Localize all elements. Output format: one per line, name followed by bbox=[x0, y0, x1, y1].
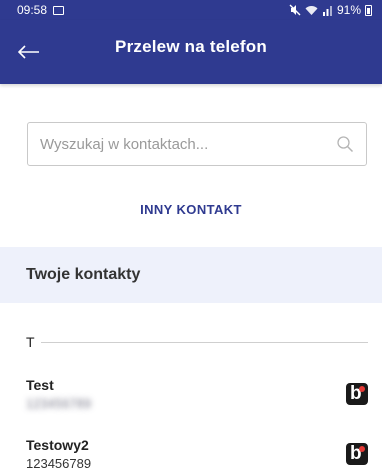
status-right-group: 91% bbox=[289, 3, 372, 17]
other-contact-button[interactable]: INNY KONTAKT bbox=[0, 202, 382, 217]
battery-percent: 91% bbox=[336, 3, 361, 17]
contact-info: Test 123456789 bbox=[26, 377, 346, 411]
app-bar: Przelew na telefon bbox=[0, 20, 382, 84]
contact-name: Testowy2 bbox=[26, 437, 89, 453]
arrow-left-icon bbox=[18, 45, 39, 59]
contact-item[interactable]: Test 123456789 b bbox=[26, 374, 368, 414]
group-letter: T bbox=[26, 334, 35, 350]
contact-phone: 123456789 bbox=[26, 396, 92, 411]
divider-line bbox=[40, 341, 368, 343]
letter-divider: T bbox=[26, 334, 368, 350]
contact-item[interactable]: Testowy2 123456789 b bbox=[26, 434, 368, 470]
signal-icon bbox=[322, 5, 332, 16]
contact-info: Testowy2 123456789 bbox=[26, 437, 346, 470]
image-icon bbox=[53, 5, 65, 15]
status-bar: 09:58 91% bbox=[0, 0, 382, 20]
search-input[interactable] bbox=[40, 135, 336, 153]
page-title: Przelew na telefon bbox=[115, 37, 267, 56]
search-box bbox=[27, 122, 367, 166]
status-time: 09:58 bbox=[17, 3, 48, 17]
contact-name: Test bbox=[26, 377, 54, 393]
wifi-icon bbox=[305, 5, 318, 15]
contact-phone: 123456789 bbox=[26, 456, 92, 470]
battery-icon bbox=[365, 4, 372, 16]
blik-icon: b bbox=[346, 443, 368, 465]
blik-icon: b bbox=[346, 383, 368, 405]
mute-icon bbox=[289, 4, 301, 16]
section-title: Twoje kontakty bbox=[26, 266, 141, 283]
search-icon[interactable] bbox=[336, 135, 354, 153]
contacts-section-header: Twoje kontakty bbox=[0, 247, 382, 303]
back-button[interactable] bbox=[14, 37, 44, 67]
